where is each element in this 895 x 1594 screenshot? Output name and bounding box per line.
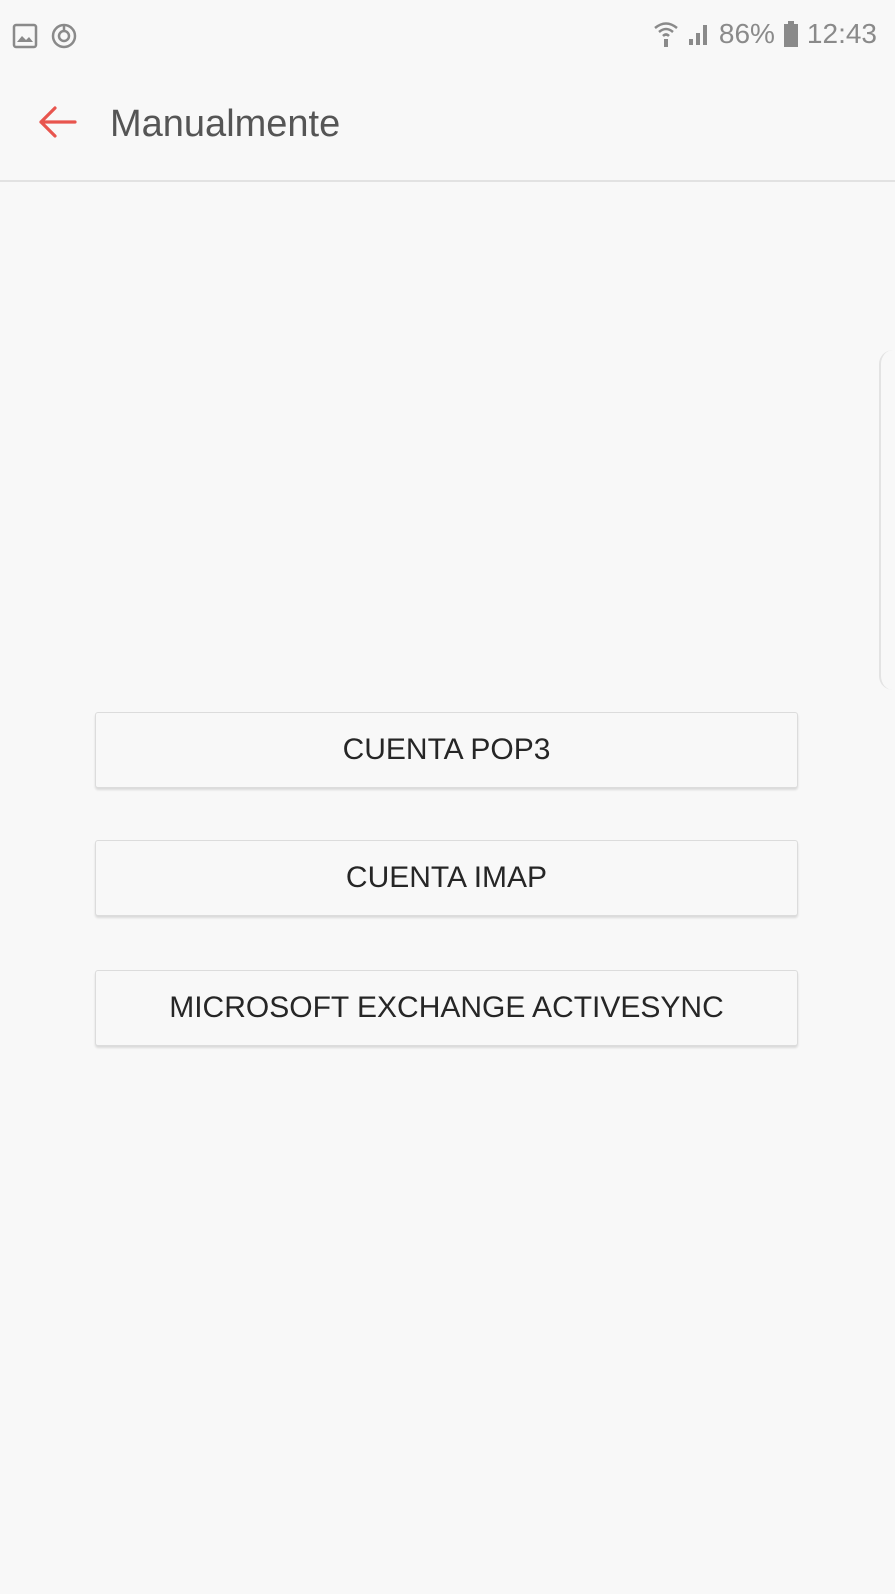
- signal-icon: [687, 21, 711, 47]
- sync-notification-icon: [50, 22, 78, 55]
- edge-panel-handle[interactable]: [879, 350, 895, 690]
- arrow-left-icon: [37, 105, 77, 144]
- battery-percent: 86%: [718, 18, 775, 49]
- imap-account-button[interactable]: CUENTA IMAP: [95, 840, 798, 916]
- app-bar: Manualmente: [0, 70, 895, 182]
- pop3-account-button[interactable]: CUENTA POP3: [95, 712, 798, 788]
- battery-icon: [783, 20, 799, 48]
- wifi-icon: [653, 20, 679, 48]
- page-title: Manualmente: [110, 103, 341, 145]
- status-bar: 86% 12:43: [0, 0, 895, 70]
- notification-icons: [12, 22, 78, 55]
- clock: 12:43: [806, 18, 877, 49]
- gallery-notification-icon: [12, 23, 38, 54]
- exchange-activesync-button[interactable]: MICROSOFT EXCHANGE ACTIVESYNC: [95, 970, 798, 1046]
- back-button[interactable]: [30, 97, 84, 151]
- status-indicators: 86% 12:43: [653, 18, 877, 50]
